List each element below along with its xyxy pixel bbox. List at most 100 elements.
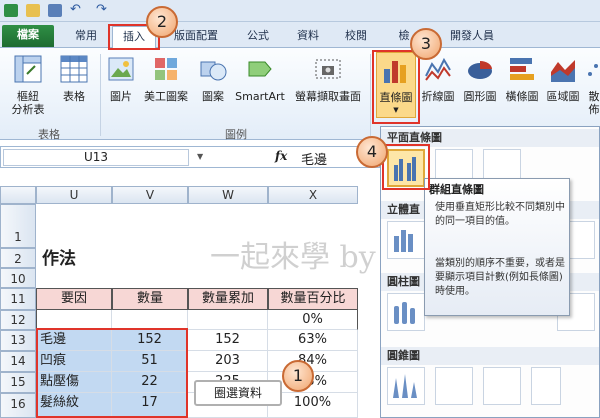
row-header[interactable]: 16 xyxy=(0,393,36,418)
shapes-icon xyxy=(200,61,227,81)
step-1-marker: 1 xyxy=(282,360,314,392)
3d-clustered-column-option[interactable] xyxy=(387,221,425,259)
row-header[interactable]: 1 xyxy=(0,204,36,248)
highlight-column-chart-button xyxy=(372,50,420,124)
tab-developer[interactable]: 開發人員 xyxy=(440,26,504,48)
column-header-v[interactable]: V xyxy=(112,186,188,204)
ribbon-separator xyxy=(370,54,371,136)
highlight-clustered-column xyxy=(382,144,430,190)
ribbon-tabs: 檔案 常用 插入 版面配置 公式 資料 校閱 檢 開發人員 xyxy=(0,22,600,49)
scatter-chart-icon xyxy=(588,64,598,76)
excel-icon xyxy=(4,4,18,17)
formula-bar: U13 ▼ fx 毛邊 xyxy=(0,146,380,168)
table-cell[interactable]: 203 xyxy=(188,351,268,372)
tooltip-description: 使用垂直矩形比較不同類別中的同一項目的值。 xyxy=(435,202,565,227)
stacked-cone-option[interactable] xyxy=(435,367,473,405)
bar-chart-button[interactable]: 橫條圖 xyxy=(502,54,542,103)
column-header-w[interactable]: W xyxy=(188,186,268,204)
group-label-illustrations: 圖例 xyxy=(225,128,247,141)
line-chart-button[interactable]: 折線圖 xyxy=(418,54,458,103)
scatter-chart-label: 散佈 xyxy=(588,90,600,116)
table-cell[interactable]: 84% xyxy=(268,351,358,372)
shapes-label: 圖案 xyxy=(202,90,224,103)
gallery-section-cone: 圓錐圖 xyxy=(381,347,599,365)
percent-cone-option[interactable] xyxy=(483,367,521,405)
cone-icon xyxy=(393,374,417,398)
tab-file[interactable]: 檔案 xyxy=(2,25,54,47)
area-chart-icon xyxy=(551,60,575,82)
fx-icon[interactable]: fx xyxy=(275,149,287,163)
table-header-cell[interactable]: 數量百分比 xyxy=(268,288,358,310)
cone-option[interactable] xyxy=(387,367,425,405)
select-all-corner[interactable] xyxy=(0,186,36,204)
3d-cone-option[interactable] xyxy=(531,367,561,405)
table-button[interactable]: 表格 xyxy=(56,54,92,103)
table-cell[interactable]: 0% xyxy=(268,310,358,330)
ribbon-separator xyxy=(100,54,101,136)
pie-chart-label: 圓形圖 xyxy=(463,90,497,103)
table-cell[interactable] xyxy=(112,310,188,330)
clip-art-label: 美工圖案 xyxy=(144,90,188,103)
highlight-data-range xyxy=(36,328,188,418)
bar-chart-label: 橫條圖 xyxy=(505,90,539,103)
table-cell[interactable]: 63% xyxy=(268,330,358,351)
formula-input[interactable]: 毛邊 xyxy=(301,149,327,168)
tab-formulas[interactable]: 公式 xyxy=(240,26,276,48)
row-header[interactable]: 14 xyxy=(0,351,36,372)
smartart-button[interactable]: SmartArt xyxy=(232,54,288,103)
cylinder-icon xyxy=(394,302,415,324)
clip-art-icon xyxy=(155,58,177,80)
open-icon[interactable] xyxy=(26,4,40,17)
chevron-down-icon[interactable]: ▼ xyxy=(197,152,203,161)
table-header-cell[interactable]: 數量累加 xyxy=(188,288,268,310)
tab-page-layout[interactable]: 版面配置 xyxy=(168,26,224,48)
table-cell[interactable] xyxy=(188,310,268,330)
tab-home[interactable]: 常用 xyxy=(68,26,104,48)
table-cell[interactable] xyxy=(36,310,112,330)
picture-icon xyxy=(108,57,134,81)
tab-data[interactable]: 資料 xyxy=(290,26,326,48)
table-header-cell[interactable]: 數量 xyxy=(112,288,188,310)
select-data-callout: 圈選資料 xyxy=(194,380,282,406)
table-cell[interactable]: 152 xyxy=(188,330,268,351)
line-chart-label: 折線圖 xyxy=(421,90,455,103)
screenshot-button[interactable]: 螢幕擷取畫面 xyxy=(290,54,366,103)
tooltip-title: 群組直條圖 xyxy=(429,183,484,196)
scatter-chart-button[interactable]: 散佈 xyxy=(584,54,600,116)
row-header[interactable]: 13 xyxy=(0,330,36,351)
clip-art-button[interactable]: 美工圖案 xyxy=(140,54,192,103)
row-header[interactable]: 15 xyxy=(0,372,36,393)
undo-icon[interactable]: ↶ xyxy=(70,3,88,17)
row-header[interactable]: 2 xyxy=(0,248,36,268)
cylinder-option[interactable] xyxy=(387,293,425,331)
shapes-button[interactable]: 圖案 xyxy=(196,54,230,103)
bar-chart-icon xyxy=(510,58,534,80)
column-header-u[interactable]: U xyxy=(36,186,112,204)
save-icon[interactable] xyxy=(48,4,62,17)
screenshot-label: 螢幕擷取畫面 xyxy=(295,90,361,103)
table-header-cell[interactable]: 要因 xyxy=(36,288,112,310)
area-chart-button[interactable]: 區域圖 xyxy=(544,54,582,103)
column-header-x[interactable]: X xyxy=(268,186,358,204)
picture-button[interactable]: 圖片 xyxy=(104,54,138,103)
quick-access-toolbar: ↶ ↷ xyxy=(0,0,600,22)
name-box[interactable]: U13 xyxy=(3,149,189,166)
picture-label: 圖片 xyxy=(110,90,132,103)
pivot-table-icon xyxy=(14,55,42,83)
pie-chart-button[interactable]: 圓形圖 xyxy=(460,54,500,103)
sheet-title: 作法 xyxy=(42,249,76,269)
group-label-tables: 表格 xyxy=(38,128,60,141)
redo-icon[interactable]: ↷ xyxy=(96,3,114,17)
chart-type-tooltip: 群組直條圖 使用垂直矩形比較不同類別中的同一項目的值。 當類別的順序不重要，或者… xyxy=(424,178,570,316)
pivot-table-label: 樞紐 分析表 xyxy=(11,90,45,116)
row-header[interactable]: 12 xyxy=(0,310,36,330)
step-4-marker: 4 xyxy=(356,136,388,168)
tab-review[interactable]: 校閱 xyxy=(338,26,374,48)
pivot-table-button[interactable]: 樞紐 分析表 xyxy=(6,54,50,116)
row-header[interactable]: 11 xyxy=(0,288,36,310)
tooltip-usage: 當類別的順序不重要，或者是要顯示項目計數(例如長條圖)時使用。 xyxy=(435,258,565,297)
step-3-marker: 3 xyxy=(410,28,442,60)
table-label: 表格 xyxy=(63,90,85,103)
row-header[interactable]: 10 xyxy=(0,268,36,288)
pie-chart-icon xyxy=(468,61,492,79)
